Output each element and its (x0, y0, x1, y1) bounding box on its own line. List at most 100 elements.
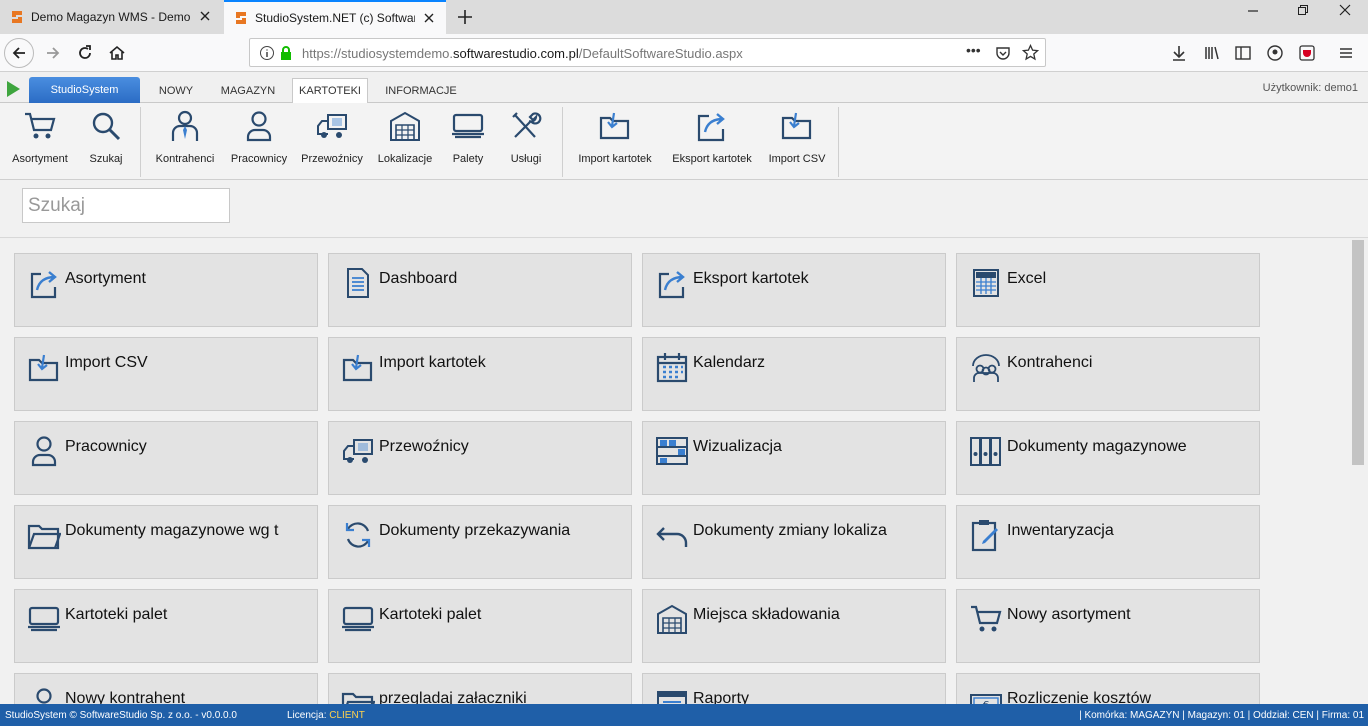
tile-dokumenty-magazynowe-wg-t[interactable]: Dokumenty magazynowe wg t (14, 505, 318, 579)
ribbon-label: Asortyment (12, 153, 68, 165)
reload-button[interactable] (70, 38, 100, 68)
tile-label: Excel (1007, 270, 1047, 287)
tab-informacje[interactable]: INFORMACJE (376, 78, 466, 103)
download-icon[interactable] (1164, 38, 1194, 68)
tile-label: Raporty (693, 690, 750, 704)
close-icon[interactable] (198, 9, 212, 23)
brand-tab[interactable]: StudioSystem (29, 77, 140, 103)
ribbon-label: Usługi (510, 153, 542, 165)
library-icon[interactable] (1197, 38, 1227, 68)
browser-navbar: https://studiosystemdemo.softwarestudio.… (0, 34, 1368, 72)
new-tab-button[interactable] (454, 6, 476, 28)
ribbon-button-pracownicy[interactable]: Pracownicy (227, 109, 291, 175)
tile-miejsca-skladowania[interactable]: Miejsca składowania (642, 589, 946, 663)
url-bar[interactable]: https://studiosystemdemo.softwarestudio.… (249, 38, 1046, 67)
ribbon-label: Przewoźnicy (301, 153, 363, 165)
tile-wizualizacja[interactable]: Wizualizacja (642, 421, 946, 495)
hamburger-menu-icon[interactable] (1331, 38, 1361, 68)
import-folder-icon (342, 354, 373, 382)
app-menu-bar (0, 72, 1368, 103)
url-suffix: /DefaultSoftwareStudio.aspx (578, 46, 743, 61)
ribbon-button-uslugi[interactable]: Usługi (502, 109, 550, 175)
tile-przewoznicy[interactable]: Przewoźnicy (328, 421, 632, 495)
search-input[interactable] (22, 188, 230, 223)
ribbon-button-przewoznicy[interactable]: Przewoźnicy (298, 109, 366, 175)
person-icon (36, 688, 52, 704)
tab-nowy[interactable]: NOWY (150, 78, 202, 103)
tile-rozliczenie-kosztow[interactable]: € Rozliczenie kosztów (956, 673, 1260, 704)
bookmark-star-icon[interactable] (1021, 43, 1040, 66)
tile-dokumenty-przekazywania[interactable]: Dokumenty przekazywania (328, 505, 632, 579)
report-icon (657, 691, 687, 704)
undo-icon (656, 527, 688, 547)
tile-nowy-asortyment[interactable]: Nowy asortyment (956, 589, 1260, 663)
url-prefix: https://studiosystemdemo. (302, 46, 454, 61)
restore-button[interactable] (1280, 0, 1326, 20)
info-icon[interactable] (259, 45, 275, 66)
pocket-extension-icon[interactable] (1292, 38, 1322, 68)
ribbon-button-szukaj[interactable]: Szukaj (80, 109, 132, 175)
ribbon-label: Pracownicy (230, 153, 288, 165)
tile-przegladaj-zalaczniki[interactable]: przegladaj załaczniki (328, 673, 632, 704)
tile-label: Kontrahenci (1007, 354, 1093, 371)
tile-nowy-kontrahent[interactable]: Nowy kontrahent (14, 673, 318, 704)
sidebar-icon[interactable] (1228, 38, 1258, 68)
tile-import-kartotek[interactable]: Import kartotek (328, 337, 632, 411)
close-window-button[interactable] (1322, 0, 1368, 20)
tile-label: Przewoźnicy (379, 438, 469, 455)
browser-tab-2[interactable]: StudioSystem.NET (c) SoftwareStudio (224, 0, 446, 34)
ribbon-button-lokalizacje[interactable]: Lokalizacje (374, 109, 436, 175)
tile-kartoteki-palet[interactable]: Kartoteki palet (14, 589, 318, 663)
minimize-button[interactable] (1230, 0, 1276, 20)
ribbon-toolbar: Asortyment Szukaj Kontrahenci Pracownicy… (0, 103, 1368, 180)
studiosystem-favicon-icon (234, 11, 248, 25)
ribbon-label: Lokalizacje (377, 153, 433, 165)
tile-eksport-kartotek[interactable]: Eksport kartotek (642, 253, 946, 327)
close-icon[interactable] (422, 11, 436, 25)
tile-import-csv[interactable]: Import CSV (14, 337, 318, 411)
back-button[interactable] (4, 38, 34, 68)
tile-dokumenty-zmiany-lokaliza[interactable]: Dokumenty zmiany lokaliza (642, 505, 946, 579)
pocket-icon[interactable] (995, 45, 1011, 66)
tile-inwentaryzacja[interactable]: Inwentaryzacja (956, 505, 1260, 579)
ribbon-button-palety[interactable]: Palety (444, 109, 492, 175)
refresh-icon (345, 522, 371, 548)
home-button[interactable] (102, 38, 132, 68)
tile-kartoteki-palet-2[interactable]: Kartoteki palet (328, 589, 632, 663)
browser-tab-1[interactable]: Demo Magazyn WMS - Demo online (0, 0, 222, 34)
tile-raporty[interactable]: Raporty (642, 673, 946, 704)
tab-magazyn[interactable]: MAGAZYN (212, 78, 284, 103)
tile-asortyment[interactable]: Asortyment (14, 253, 318, 327)
scrollbar-thumb[interactable] (1352, 240, 1364, 465)
clipboard-icon (971, 520, 998, 552)
group-icon (972, 354, 1000, 382)
ribbon-button-eksport-kartotek[interactable]: Eksport kartotek (666, 109, 758, 175)
play-icon[interactable] (7, 81, 20, 97)
forward-button[interactable] (38, 38, 68, 68)
tab-kartoteki[interactable]: KARTOTEKI (292, 78, 368, 103)
ribbon-button-asortyment[interactable]: Asortyment (8, 109, 72, 175)
tile-kontrahenci[interactable]: Kontrahenci (956, 337, 1260, 411)
tile-label: Wizualizacja (693, 438, 782, 455)
tile-kalendarz[interactable]: Kalendarz (642, 337, 946, 411)
search-area (0, 180, 1368, 238)
pallet-icon (28, 606, 60, 632)
tile-pracownicy[interactable]: Pracownicy (14, 421, 318, 495)
person-icon (246, 111, 272, 142)
url-text: https://studiosystemdemo.softwarestudio.… (302, 46, 743, 61)
tile-dokumenty-magazynowe[interactable]: Dokumenty magazynowe (956, 421, 1260, 495)
ribbon-button-kontrahenci[interactable]: Kontrahenci (151, 109, 219, 175)
tile-excel[interactable]: Excel (956, 253, 1260, 327)
truck-icon (343, 439, 373, 463)
account-icon[interactable] (1260, 38, 1290, 68)
tile-dashboard[interactable]: Dashboard (328, 253, 632, 327)
page-actions-button[interactable]: ••• (966, 42, 981, 58)
cart-icon (25, 112, 56, 139)
tile-label: Kartoteki palet (65, 606, 168, 623)
tile-label: Kalendarz (693, 354, 766, 371)
xls-icon (973, 269, 999, 297)
shelves-icon (656, 437, 688, 465)
import-folder-icon (781, 112, 812, 140)
ribbon-button-import-kartotek[interactable]: Import kartotek (572, 109, 658, 175)
ribbon-button-import-csv[interactable]: Import CSV (765, 109, 829, 175)
